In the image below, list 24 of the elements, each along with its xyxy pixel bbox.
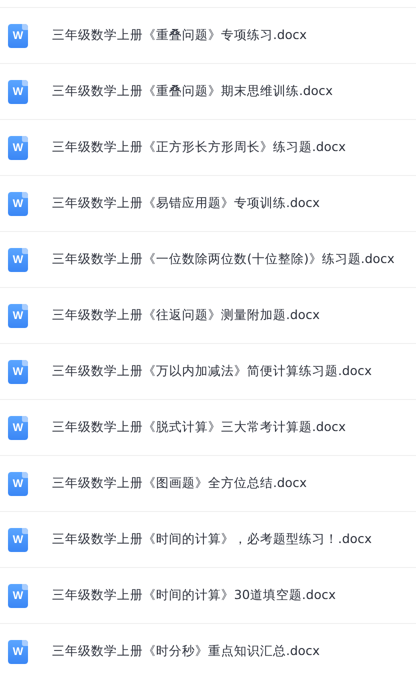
- word-document-icon: W: [8, 416, 28, 440]
- word-document-icon: W: [8, 80, 28, 104]
- word-document-icon: W: [8, 584, 28, 608]
- word-document-icon: W: [8, 360, 28, 384]
- word-document-icon: W: [8, 304, 28, 328]
- word-document-icon: W: [8, 192, 28, 216]
- file-name[interactable]: 三年级数学上册《易错应用题》专项训练.docx: [52, 195, 320, 212]
- word-document-icon: W: [8, 136, 28, 160]
- file-name[interactable]: 三年级数学上册《万以内加减法》简便计算练习题.docx: [52, 363, 372, 380]
- word-document-icon: W: [8, 248, 28, 272]
- file-name[interactable]: 三年级数学上册《时间的计算》30道填空题.docx: [52, 587, 336, 604]
- word-document-icon: W: [8, 640, 28, 664]
- file-name[interactable]: 三年级数学上册《一位数除两位数(十位整除)》练习题.docx: [52, 251, 395, 268]
- file-name[interactable]: 三年级数学上册《时分秒》重点知识汇总.docx: [52, 643, 320, 660]
- file-name[interactable]: 三年级数学上册《图画题》全方位总结.docx: [52, 475, 307, 492]
- word-document-icon: W: [8, 472, 28, 496]
- word-document-icon: W: [8, 528, 28, 552]
- file-name[interactable]: 三年级数学上册《正方形长方形周长》练习题.docx: [52, 139, 346, 156]
- file-name[interactable]: 三年级数学上册《重叠问题》专项练习.docx: [52, 27, 307, 44]
- file-name[interactable]: 三年级数学上册《重叠问题》期末思维训练.docx: [52, 83, 333, 100]
- file-name[interactable]: 三年级数学上册《往返问题》测量附加题.docx: [52, 307, 320, 324]
- word-document-icon: W: [8, 24, 28, 48]
- file-name[interactable]: 三年级数学上册《时间的计算》，必考题型练习！.docx: [52, 531, 372, 548]
- file-name[interactable]: 三年级数学上册《脱式计算》三大常考计算题.docx: [52, 419, 346, 436]
